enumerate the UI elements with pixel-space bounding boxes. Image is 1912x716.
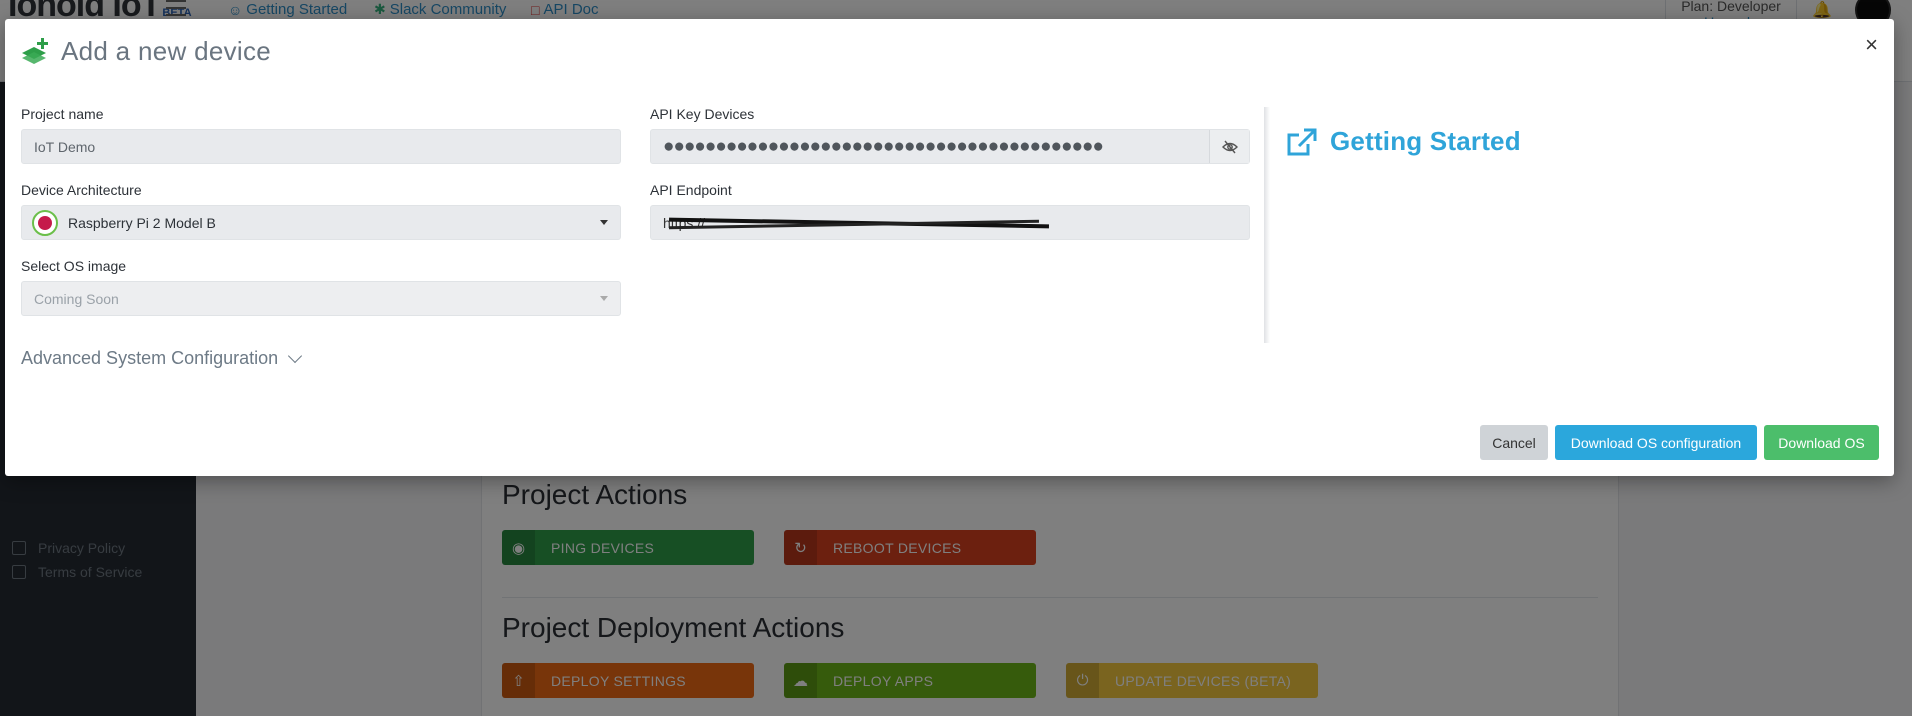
getting-started-link[interactable]: Getting Started (1286, 126, 1521, 157)
external-link-icon (1287, 128, 1317, 155)
layers-plus-icon (22, 38, 48, 64)
download-os-button[interactable]: Download OS (1764, 425, 1879, 460)
add-device-modal: Add a new device × Project name IoT Demo… (5, 19, 1894, 476)
device-architecture-select[interactable]: Raspberry Pi 2 Model B (21, 205, 621, 240)
caret-down-icon (600, 296, 608, 301)
api-key-label: API Key Devices (650, 106, 755, 122)
modal-title: Add a new device (61, 36, 272, 66)
column-separator (1264, 107, 1270, 343)
cancel-button[interactable]: Cancel (1480, 425, 1548, 460)
advanced-config-toggle[interactable]: Advanced System Configuration (21, 348, 303, 369)
api-key-field[interactable]: ●●●●●●●●●●●●●●●●●●●●●●●●●●●●●●●●●●●●●●●●… (650, 129, 1250, 164)
device-architecture-label: Device Architecture (21, 182, 142, 198)
project-name-field[interactable]: IoT Demo (21, 129, 621, 164)
chevron-down-icon (288, 348, 303, 363)
os-image-select[interactable]: Coming Soon (21, 281, 621, 316)
modal-header: Add a new device × (5, 19, 1894, 79)
download-os-config-button[interactable]: Download OS configuration (1555, 425, 1757, 460)
caret-down-icon (600, 220, 608, 225)
close-icon[interactable]: × (1865, 32, 1878, 58)
raspberry-pi-icon (32, 209, 58, 236)
api-endpoint-label: API Endpoint (650, 182, 732, 198)
eye-slash-icon[interactable] (1209, 130, 1249, 163)
api-endpoint-field[interactable]: https:// (650, 205, 1250, 240)
os-image-label: Select OS image (21, 258, 127, 274)
project-name-label: Project name (21, 106, 104, 122)
